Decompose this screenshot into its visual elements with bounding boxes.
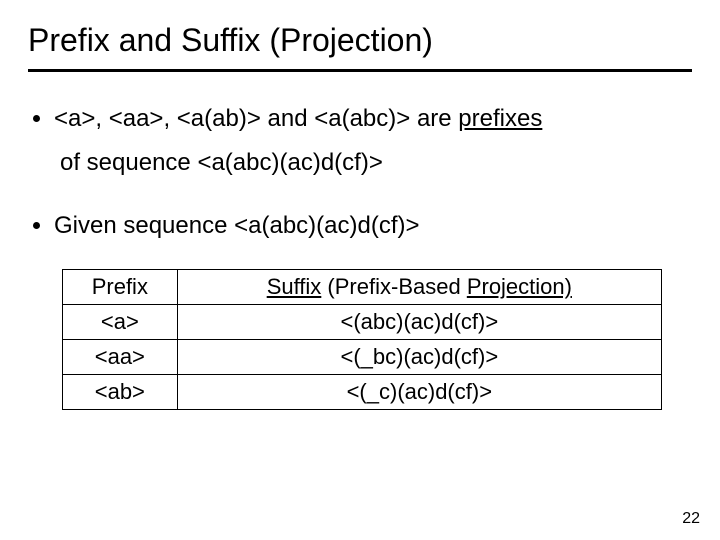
table-row: <a> <(abc)(ac)d(cf)> — [63, 305, 662, 340]
cell-suffix-0: <(abc)(ac)d(cf)> — [177, 305, 661, 340]
cell-prefix-2: <ab> — [63, 375, 178, 410]
bullet1-line2: of sequence <a(abc)(ac)d(cf)> — [54, 144, 692, 182]
cell-prefix-0: <a> — [63, 305, 178, 340]
cell-prefix-1: <aa> — [63, 340, 178, 375]
cell-suffix-1: <(_bc)(ac)d(cf)> — [177, 340, 661, 375]
table-row: <aa> <(_bc)(ac)d(cf)> — [63, 340, 662, 375]
table-header-row: Prefix Suffix (Prefix-Based Projection) — [63, 270, 662, 305]
header-suffix-mid: (Prefix-Based — [321, 274, 467, 299]
bullet-item-1: <a>, <aa>, <a(ab)> and <a(abc)> are pref… — [54, 100, 692, 183]
table-row: <ab> <(_c)(ac)d(cf)> — [63, 375, 662, 410]
table-header-suffix: Suffix (Prefix-Based Projection) — [177, 270, 661, 305]
page-number: 22 — [682, 510, 700, 528]
projection-table: Prefix Suffix (Prefix-Based Projection) … — [62, 269, 662, 410]
bullet1-underlined: prefixes — [458, 105, 542, 132]
bullet1-text-pre: <a>, <aa>, <a(ab)> and <a(abc)> are — [54, 105, 458, 132]
slide: Prefix and Suffix (Projection) <a>, <aa>… — [0, 0, 720, 540]
bullet-item-2: Given sequence <a(abc)(ac)d(cf)> — [54, 207, 692, 245]
table-header-prefix: Prefix — [63, 270, 178, 305]
bullet-list: <a>, <aa>, <a(ab)> and <a(abc)> are pref… — [28, 100, 692, 245]
cell-suffix-2: <(_c)(ac)d(cf)> — [177, 375, 661, 410]
title-underline — [28, 69, 692, 72]
header-projection-word: Projection) — [467, 274, 572, 299]
header-suffix-word: Suffix — [267, 274, 322, 299]
slide-title: Prefix and Suffix (Projection) — [28, 22, 692, 59]
